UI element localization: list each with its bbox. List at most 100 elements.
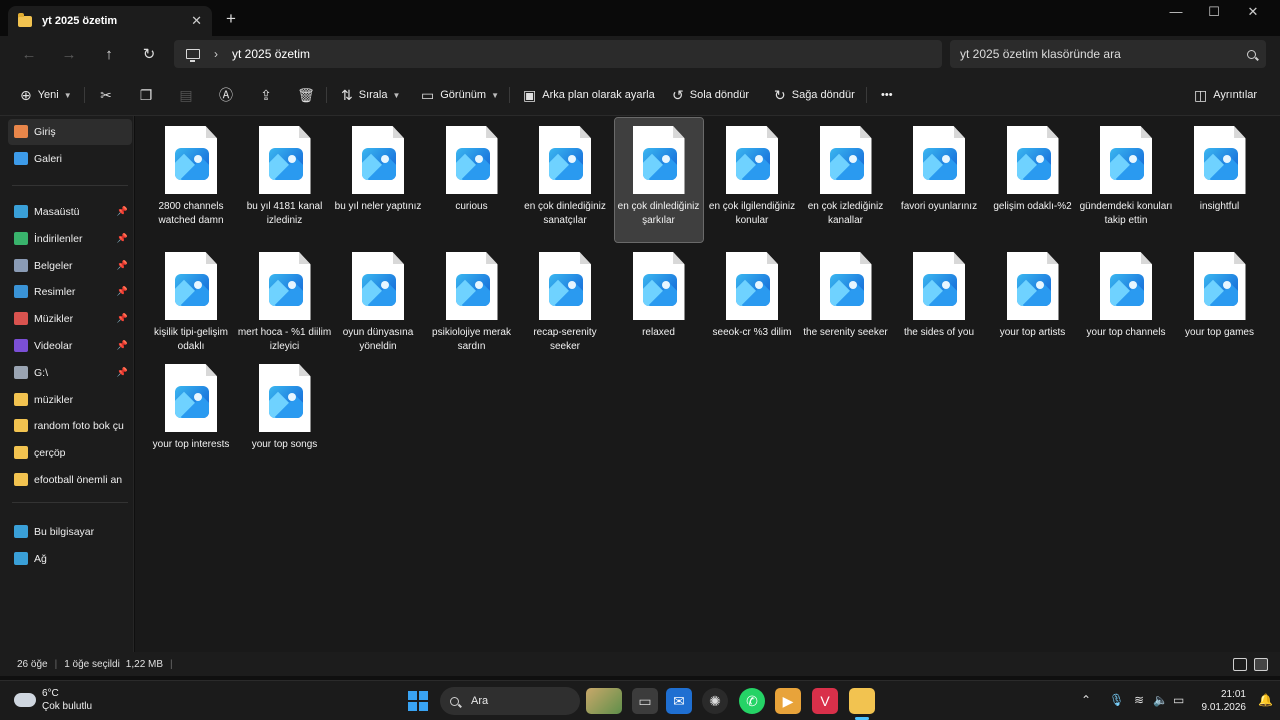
sidebar-item-bu-bilgisayar[interactable]: ›Bu bilgisayar bbox=[8, 519, 132, 545]
file-item[interactable]: en çok dinlediğiniz sanatçılar bbox=[521, 118, 609, 242]
file-item[interactable]: kişilik tipi-gelişim odaklı bbox=[147, 244, 235, 368]
sidebar-item-efootball-nemli-an[interactable]: efootball önemli an bbox=[8, 467, 132, 493]
back-button[interactable]: ← bbox=[18, 45, 40, 65]
task-view-icon[interactable]: ▭ bbox=[632, 688, 658, 714]
file-item[interactable]: your top interests bbox=[147, 356, 235, 480]
wifi-icon[interactable]: ≋ bbox=[1134, 693, 1144, 707]
refresh-button[interactable]: ↻ bbox=[138, 45, 160, 65]
address-bar[interactable]: › yt 2025 özetim bbox=[174, 40, 942, 68]
this-pc-icon bbox=[186, 49, 200, 62]
sidebar-item-resimler[interactable]: Resimler 📌 bbox=[8, 279, 132, 305]
chatgpt-icon[interactable]: ✺ bbox=[702, 688, 728, 714]
show-hidden-icons-button[interactable]: ⌃ bbox=[1081, 693, 1091, 707]
file-item[interactable]: oyun dünyasına yöneldin bbox=[334, 244, 422, 368]
more-options-button[interactable]: ••• bbox=[881, 86, 893, 104]
image-file-icon bbox=[819, 252, 872, 320]
maximize-button[interactable]: ☐ bbox=[1199, 4, 1229, 20]
sidebar-item-i-ndirilenler[interactable]: İndirilenler 📌 bbox=[8, 226, 132, 252]
copy-icon[interactable]: ❐ bbox=[137, 86, 155, 104]
view-icon: ▭ bbox=[421, 86, 435, 103]
file-item[interactable]: your top artists bbox=[989, 244, 1077, 368]
file-explorer-icon[interactable] bbox=[849, 688, 875, 714]
paste-icon[interactable]: ▤ bbox=[177, 86, 195, 104]
file-item[interactable]: relaxed bbox=[615, 244, 703, 368]
file-item[interactable]: en çok dinlediğiniz şarkılar bbox=[613, 117, 704, 243]
file-name: bu yıl 4181 kanal izlediniz bbox=[246, 201, 323, 226]
search-box[interactable]: yt 2025 özetim klasöründe ara bbox=[950, 40, 1266, 68]
file-item[interactable]: insightful bbox=[1176, 118, 1264, 242]
desktop-background-icon: ▣ bbox=[523, 86, 537, 103]
sidebar-item-belgeler[interactable]: Belgeler 📌 bbox=[8, 253, 132, 279]
file-item[interactable]: favori oyunlarınız bbox=[895, 118, 983, 242]
tab-yt-2025-ozetim[interactable]: yt 2025 özetim ✕ bbox=[8, 6, 212, 36]
sort-button[interactable]: ⇅ Sırala ▼ bbox=[341, 86, 400, 104]
file-item[interactable]: mert hoca - %1 diilim izleyici bbox=[238, 244, 331, 368]
rotate-left-button[interactable]: ↺ Sola döndür bbox=[672, 86, 749, 104]
image-file-icon bbox=[352, 252, 404, 320]
search-input[interactable]: yt 2025 özetim klasöründe ara bbox=[960, 47, 1247, 61]
notifications-icon[interactable]: 🔔 bbox=[1258, 693, 1273, 707]
file-item[interactable]: curious bbox=[428, 118, 516, 242]
image-file-icon bbox=[352, 126, 404, 194]
media-player-icon[interactable]: ▶ bbox=[775, 688, 801, 714]
delete-icon[interactable]: 🗑 bbox=[297, 86, 315, 104]
file-item[interactable]: 2800 channels watched damn bbox=[147, 118, 235, 242]
valorant-icon[interactable]: V bbox=[812, 688, 838, 714]
up-button[interactable]: ↑ bbox=[98, 45, 120, 65]
rename-icon[interactable]: Ⓐ bbox=[217, 86, 235, 104]
weather-widget[interactable]: 6°C Çok bulutlu bbox=[14, 687, 92, 713]
details-pane-button[interactable]: ◫ Ayrıntılar bbox=[1194, 86, 1257, 104]
set-background-button[interactable]: ▣ Arka plan olarak ayarla bbox=[523, 86, 655, 104]
sidebar-item-m-zikler[interactable]: Müzikler 📌 bbox=[8, 306, 132, 332]
set-background-label: Arka plan olarak ayarla bbox=[542, 89, 655, 101]
close-window-button[interactable]: ✕ bbox=[1238, 4, 1268, 20]
sidebar-item-giri[interactable]: Giriş bbox=[8, 119, 132, 145]
large-icons-view-button[interactable] bbox=[1254, 658, 1268, 671]
new-tab-button[interactable]: + bbox=[226, 10, 236, 27]
taskbar-search[interactable]: Ara bbox=[440, 687, 580, 715]
file-item[interactable]: your top games bbox=[1176, 244, 1264, 368]
sidebar-item-a[interactable]: ›Ağ bbox=[8, 546, 132, 572]
view-button[interactable]: ▭ Görünüm ▼ bbox=[421, 86, 499, 104]
sidebar-item-masa-st[interactable]: Masaüstü 📌 bbox=[8, 199, 132, 225]
file-item[interactable]: your top songs bbox=[241, 356, 329, 480]
file-item[interactable]: your top channels bbox=[1082, 244, 1170, 368]
sidebar-item-galeri[interactable]: Galeri bbox=[8, 146, 132, 172]
image-file-icon bbox=[913, 126, 965, 194]
share-icon[interactable]: ⇪ bbox=[257, 86, 275, 104]
file-item[interactable]: bu yıl 4181 kanal izlediniz bbox=[241, 118, 329, 242]
file-item[interactable]: the serenity seeker bbox=[802, 244, 890, 368]
volume-icon[interactable]: 🔈 bbox=[1153, 693, 1168, 707]
search-highlight-icon[interactable] bbox=[586, 688, 622, 714]
battery-icon[interactable]: ▭ bbox=[1173, 693, 1184, 707]
forward-button[interactable]: → bbox=[58, 45, 80, 65]
sidebar-item-er-p[interactable]: çerçöp bbox=[8, 440, 132, 466]
chevron-right-icon[interactable]: › bbox=[214, 47, 218, 61]
tab-close-button[interactable]: ✕ bbox=[191, 13, 202, 29]
file-item[interactable]: gündemdeki konuları takip ettin bbox=[1080, 118, 1172, 242]
sidebar-item-random-foto-bok-u[interactable]: random foto bok çu bbox=[8, 413, 132, 439]
file-item[interactable]: gelişim odaklı-%2 bbox=[989, 118, 1077, 242]
clock[interactable]: 21:01 9.01.2026 bbox=[1200, 688, 1247, 714]
file-item[interactable]: bu yıl neler yaptınız bbox=[334, 118, 422, 242]
sidebar-item-videolar[interactable]: Videolar 📌 bbox=[8, 333, 132, 359]
breadcrumb-current[interactable]: yt 2025 özetim bbox=[232, 47, 310, 61]
minimize-button[interactable]: — bbox=[1161, 4, 1191, 19]
file-item[interactable]: seeok-cr %3 dilim bbox=[708, 244, 796, 368]
file-item[interactable]: en çok izlediğiniz kanallar bbox=[802, 118, 890, 242]
file-item[interactable]: en çok ilgilendiğiniz konular bbox=[708, 118, 796, 242]
sidebar-item-g[interactable]: G:\ 📌 bbox=[8, 360, 132, 386]
whatsapp-icon[interactable]: ✆ bbox=[739, 688, 765, 714]
rotate-right-button[interactable]: ↻ Sağa döndür bbox=[774, 86, 855, 104]
file-item[interactable]: the sides of you bbox=[895, 244, 983, 368]
microphone-icon[interactable]: 🎙 bbox=[1109, 693, 1124, 707]
file-item[interactable]: recap-serenity seeker bbox=[521, 244, 609, 368]
file-item[interactable]: psikiolojiye merak sardın bbox=[428, 244, 516, 368]
file-name: the serenity seeker bbox=[803, 327, 888, 338]
new-button[interactable]: ⊕ Yeni ▼ bbox=[20, 86, 72, 104]
cut-icon[interactable]: ✂ bbox=[97, 86, 115, 104]
start-button[interactable] bbox=[408, 691, 428, 711]
outlook-icon[interactable]: ✉ bbox=[666, 688, 692, 714]
sidebar-item-m-zikler[interactable]: müzikler bbox=[8, 387, 132, 413]
details-view-button[interactable] bbox=[1233, 658, 1247, 671]
